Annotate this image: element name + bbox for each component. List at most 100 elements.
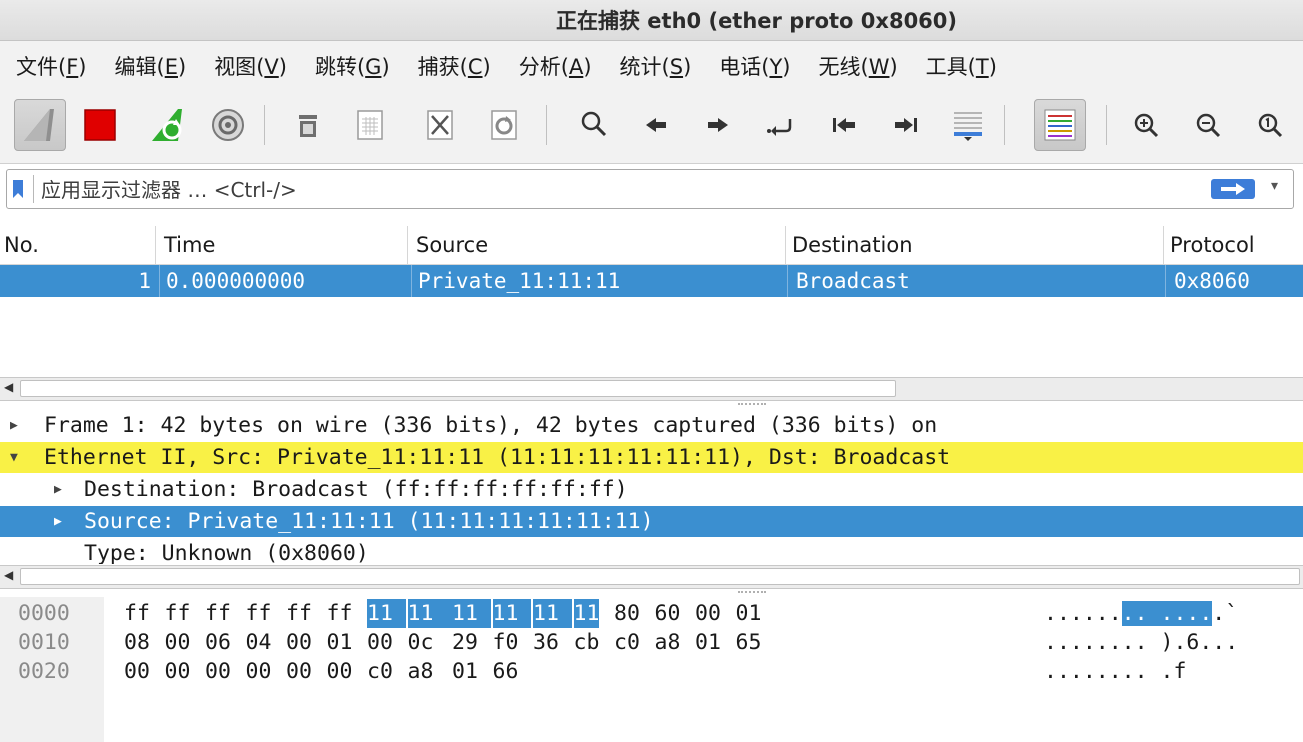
hex-byte[interactable]: 00 [165,628,191,657]
go-back-button[interactable] [630,99,682,151]
hex-byte[interactable]: 00 [246,657,272,686]
pane-splitter[interactable] [738,403,766,407]
hex-row[interactable]: 0020 00 00 00 00 00 00 c0 a8 01 66 ........ .f [0,657,1303,686]
hex-byte[interactable]: 29 [452,628,478,657]
open-file-button[interactable] [282,99,334,151]
detail-type[interactable]: Type: Unknown (0x8060) [0,538,1303,564]
hex-ascii[interactable]: ........ .....` [1044,599,1238,628]
hex-byte[interactable]: 01 [695,628,721,657]
hex-byte[interactable]: 00 [124,657,150,686]
hex-byte[interactable]: ff [165,599,191,628]
hex-byte[interactable]: ff [246,599,272,628]
hex-byte[interactable]: 00 [367,628,393,657]
hex-byte[interactable]: c0 [614,628,640,657]
hex-byte[interactable]: 80 [614,599,640,628]
hex-byte[interactable]: 11 [367,599,406,628]
zoom-in-button[interactable] [1120,99,1172,151]
detail-ethernet[interactable]: ▼ Ethernet II, Src: Private_11:11:11 (11… [0,442,1303,473]
stop-capture-button[interactable] [74,99,126,151]
hex-byte[interactable]: ff [205,599,231,628]
hex-byte[interactable]: 60 [655,599,681,628]
pane-splitter[interactable] [738,591,766,595]
reload-file-button[interactable] [478,99,530,151]
hex-byte[interactable]: cb [574,628,600,657]
scrollbar-thumb[interactable] [20,568,1300,585]
hex-byte[interactable]: ff [286,599,312,628]
hex-row[interactable]: 0010 08 00 06 04 00 01 00 0c 29 f0 36 cb c0 a8 01 65....… [0,628,1303,657]
colorize-button[interactable] [1034,99,1086,151]
hex-byte[interactable]: 01 [736,599,762,628]
scroll-left-icon[interactable]: ◀ [4,380,13,394]
hex-byte[interactable]: 06 [205,628,231,657]
hex-byte[interactable]: 11 [492,599,532,628]
hex-byte[interactable]: 00 [286,657,312,686]
details-hscrollbar[interactable]: ◀ [0,565,1303,589]
hex-ascii[interactable]: ........ ).6... [1044,628,1238,657]
column-time[interactable]: Time [160,226,408,264]
expand-triangle-icon[interactable]: ▶ [54,506,62,537]
hex-row[interactable]: 0000 ff ff ff ff ff ff 11 11 11 11 11 11 80 60 00 0… [0,599,1303,628]
menu-view[interactable]: 视图(V) [198,51,299,81]
column-no[interactable]: No. [0,226,156,264]
zoom-out-button[interactable] [1182,99,1234,151]
find-packet-button[interactable] [568,99,620,151]
capture-options-button[interactable] [202,99,254,151]
hex-byte[interactable]: 11 [533,599,572,628]
hex-byte[interactable]: 0c [408,628,434,657]
menu-telephony[interactable]: 电话(Y) [703,51,802,81]
hex-byte[interactable]: 00 [165,657,191,686]
hex-byte[interactable]: ff [124,599,150,628]
hex-byte[interactable]: 11 [573,599,600,628]
collapse-triangle-icon[interactable]: ▼ [10,442,18,473]
start-capture-button[interactable] [14,99,66,151]
expand-triangle-icon[interactable]: ▶ [54,474,62,505]
close-file-button[interactable] [414,99,466,151]
first-packet-button[interactable] [818,99,870,151]
auto-scroll-button[interactable] [942,99,994,151]
menu-file[interactable]: 文件(F) [0,51,99,81]
detail-frame[interactable]: ▶ Frame 1: 42 bytes on wire (336 bits), … [0,410,1303,441]
hex-byte[interactable]: 00 [695,599,721,628]
menu-statistics[interactable]: 统计(S) [604,51,704,81]
hex-byte[interactable]: 66 [493,657,519,686]
hex-byte[interactable]: 00 [286,628,312,657]
restart-capture-button[interactable] [142,99,194,151]
menu-edit[interactable]: 编辑(E) [99,51,199,81]
last-packet-button[interactable] [880,99,932,151]
hex-byte[interactable]: a8 [655,628,681,657]
zoom-normal-button[interactable] [1244,99,1296,151]
save-file-button[interactable] [344,99,396,151]
hex-byte[interactable]: 01 [327,628,353,657]
apply-filter-button[interactable] [1211,179,1255,199]
scroll-left-icon[interactable]: ◀ [4,568,13,582]
hex-ascii[interactable]: ........ .f [1044,657,1186,686]
hex-byte[interactable]: 11 [452,599,491,628]
hex-byte[interactable]: c0 [367,657,393,686]
menu-analyze[interactable]: 分析(A) [503,51,604,81]
hex-byte[interactable]: 08 [124,628,150,657]
menu-wireless[interactable]: 无线(W) [803,51,910,81]
column-destination[interactable]: Destination [788,226,1164,264]
detail-destination[interactable]: ▶ Destination: Broadcast (ff:ff:ff:ff:ff… [0,474,1303,505]
hex-byte[interactable]: 00 [205,657,231,686]
hex-byte[interactable]: 65 [736,628,762,657]
packet-list-hscrollbar[interactable]: ◀ [0,377,1303,401]
menu-capture[interactable]: 捕获(C) [402,51,503,81]
hex-byte[interactable]: ff [327,599,353,628]
detail-source[interactable]: ▶ Source: Private_11:11:11 (11:11:11:11:… [0,506,1303,537]
column-source[interactable]: Source [412,226,786,264]
expand-triangle-icon[interactable]: ▶ [10,410,18,441]
scrollbar-thumb[interactable] [20,380,896,397]
filter-history-dropdown[interactable]: ▾ [1271,178,1278,194]
bookmark-icon[interactable] [12,179,24,199]
display-filter-input[interactable] [39,174,1193,206]
packet-row-selected[interactable]: 1 0.000000000 Private_11:11:11 Broadcast… [0,265,1303,297]
hex-byte[interactable]: 04 [246,628,272,657]
go-forward-button[interactable] [692,99,744,151]
column-protocol[interactable]: Protocol [1166,226,1303,264]
hex-byte[interactable]: 00 [327,657,353,686]
hex-byte[interactable]: f0 [493,628,519,657]
go-to-packet-button[interactable] [754,99,806,151]
menu-go[interactable]: 跳转(G) [299,51,402,81]
hex-byte[interactable]: 01 [452,657,478,686]
